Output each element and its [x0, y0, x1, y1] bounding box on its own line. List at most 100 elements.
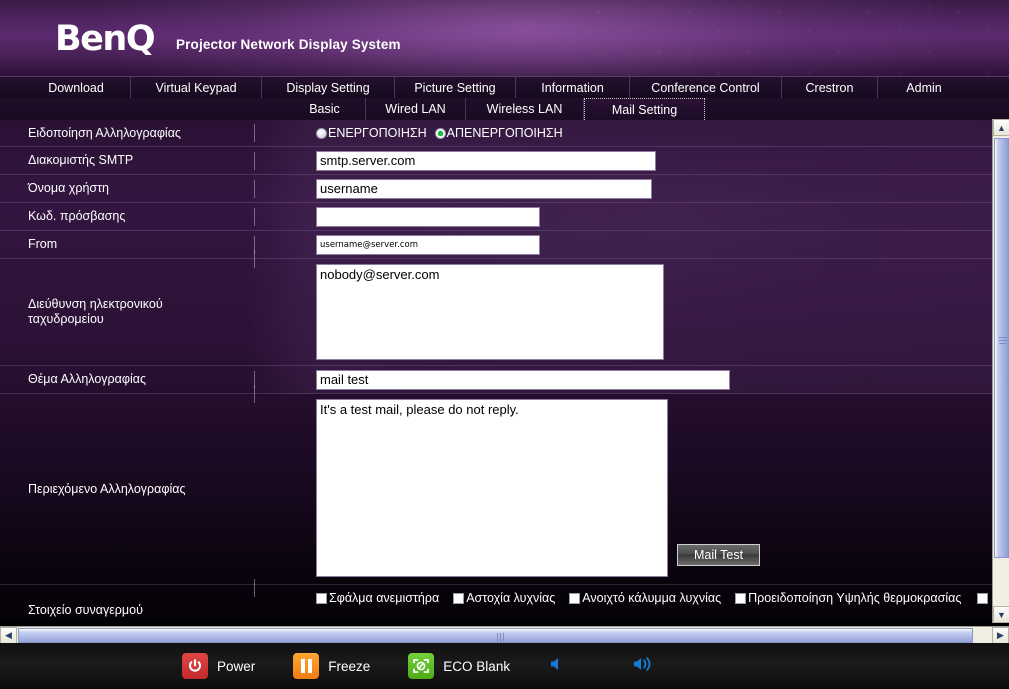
alarm-checkbox-group: Σφάλμα ανεμιστήρα Αστοχία λυχνίας Ανοιχτ… — [316, 591, 990, 605]
checkbox-high-temp-warning[interactable]: Προειδοποίηση Υψηλής θερμοκρασίας — [735, 591, 961, 605]
tab-display-setting[interactable]: Display Setting — [262, 77, 395, 99]
row-password: Κωδ. πρόσβασης — [0, 203, 992, 231]
row-mail-notification: Ειδοποίηση Αλληλογραφίας ΕΝΕΡΓΟΠΟΙΗΣΗ ΑΠ… — [0, 120, 992, 147]
horizontal-scroll-thumb[interactable] — [18, 628, 973, 643]
mail-address-textarea[interactable]: nobody@server.com — [316, 264, 664, 360]
radio-disable-icon[interactable] — [434, 127, 446, 139]
horizontal-scrollbar[interactable]: ◀ ▶ — [0, 626, 1009, 644]
smtp-server-input[interactable] — [316, 150, 656, 171]
checkbox-high-temp-warning-box[interactable] — [735, 592, 747, 604]
tab-wired-lan[interactable]: Wired LAN — [366, 98, 466, 120]
vertical-scrollbar[interactable]: ▲ ▼ — [992, 119, 1009, 623]
tab-crestron[interactable]: Crestron — [782, 77, 878, 99]
row-from: From — [0, 231, 992, 259]
mail-test-button[interactable]: Mail Test — [677, 544, 761, 566]
horizontal-scroll-grip — [497, 633, 504, 642]
tab-information[interactable]: Information — [516, 77, 630, 99]
bottom-toolbar: Power Freeze ECO Blank — [0, 643, 1009, 689]
checkbox-lamp-cover-open-box[interactable] — [569, 592, 581, 604]
power-icon — [182, 653, 208, 679]
eco-blank-button[interactable]: ECO Blank — [408, 653, 548, 679]
checkbox-fan-error[interactable]: Σφάλμα ανεμιστήρα — [316, 591, 439, 605]
from-input[interactable] — [316, 234, 540, 255]
checkbox-extra-box[interactable] — [977, 592, 989, 604]
label-mail-subject: Θέμα Αλληλογραφίας — [28, 372, 147, 386]
row-divider-tick — [254, 147, 316, 174]
radio-enable-icon[interactable] — [316, 127, 327, 139]
benq-logo: BenQ — [55, 19, 156, 59]
tab-virtual-keypad[interactable]: Virtual Keypad — [131, 77, 262, 99]
tab-bar-right-spacer — [970, 77, 1009, 98]
label-smtp-server: Διακομιστής SMTP — [28, 153, 134, 167]
tab-wireless-lan[interactable]: Wireless LAN — [466, 98, 584, 120]
tab-basic[interactable]: Basic — [284, 98, 366, 120]
label-mail-address-line2: ταχυδρομείου — [28, 312, 104, 326]
freeze-label: Freeze — [328, 658, 371, 674]
value-username — [316, 175, 992, 202]
projector-web-ui: BenQ Projector Network Display System Do… — [0, 0, 1009, 689]
radio-disable[interactable]: ΑΠΕΝΕΡΓΟΠΟΙΗΣΗ — [434, 126, 563, 140]
checkbox-lamp-cover-open[interactable]: Ανοιχτό κάλυμμα λυχνίας — [569, 591, 721, 605]
checkbox-lamp-failure-label: Αστοχία λυχνίας — [466, 591, 556, 605]
row-mail-content: Περιεχόμενο Αλληλογραφίας It's a test ma… — [0, 394, 992, 585]
value-from — [316, 231, 992, 258]
value-mail-address: nobody@server.com — [316, 259, 992, 365]
label-from: From — [28, 237, 58, 251]
label-password: Κωδ. πρόσβασης — [28, 209, 126, 223]
tab-download[interactable]: Download — [22, 77, 131, 99]
checkbox-high-temp-warning-label: Προειδοποίηση Υψηλής θερμοκρασίας — [748, 591, 962, 605]
scroll-right-button[interactable]: ▶ — [992, 627, 1009, 644]
scroll-left-button[interactable]: ◀ — [0, 627, 17, 644]
scroll-down-button[interactable]: ▼ — [993, 606, 1009, 623]
tab-bar-left-spacer — [0, 77, 22, 98]
row-divider-tick — [254, 585, 316, 591]
checkbox-lamp-cover-open-label: Ανοιχτό κάλυμμα λυχνίας — [582, 591, 722, 605]
value-password — [316, 203, 992, 230]
power-label: Power — [217, 658, 256, 674]
freeze-button[interactable]: Freeze — [293, 653, 408, 679]
label-username: Όνομα χρήστη — [28, 181, 110, 195]
row-divider-tick — [254, 203, 316, 230]
label-alarm: Στοιχείο συναγερμού — [28, 602, 143, 617]
row-divider-tick — [254, 366, 316, 393]
mail-subject-input[interactable] — [316, 369, 730, 390]
mail-setting-form: Ειδοποίηση Αλληλογραφίας ΕΝΕΡΓΟΠΟΙΗΣΗ ΑΠ… — [0, 120, 992, 622]
secondary-tab-right-spacer — [705, 98, 1009, 120]
eco-blank-label: ECO Blank — [443, 658, 511, 674]
radio-enable-label: ΕΝΕΡΓΟΠΟΙΗΣΗ — [328, 126, 427, 140]
primary-tab-bar: Download Virtual Keypad Display Setting … — [0, 76, 1009, 99]
tab-picture-setting[interactable]: Picture Setting — [395, 77, 516, 99]
value-alarm: Σφάλμα ανεμιστήρα Αστοχία λυχνίας Ανοιχτ… — [316, 585, 992, 622]
username-input[interactable] — [316, 178, 652, 199]
tab-conference-control[interactable]: Conference Control — [630, 77, 782, 99]
checkbox-fan-error-box[interactable] — [316, 592, 327, 604]
checkbox-lamp-failure[interactable]: Αστοχία λυχνίας — [453, 591, 555, 605]
value-mail-notification: ΕΝΕΡΓΟΠΟΙΗΣΗ ΑΠΕΝΕΡΓΟΠΟΙΗΣΗ — [316, 120, 992, 146]
power-button[interactable]: Power — [182, 653, 293, 679]
row-username: Όνομα χρήστη — [0, 175, 992, 203]
vertical-scroll-thumb[interactable] — [994, 138, 1009, 558]
label-mail-address-line1: Διεύθυνση ηλεκτρονικού — [28, 297, 163, 311]
radio-enable[interactable]: ΕΝΕΡΓΟΠΟΙΗΣΗ — [316, 126, 427, 140]
value-smtp-server — [316, 147, 992, 174]
mail-content-textarea[interactable]: It's a test mail, please do not reply. — [316, 399, 668, 577]
row-divider-tick — [254, 231, 316, 258]
password-input[interactable] — [316, 206, 540, 227]
row-divider-tick — [254, 175, 316, 202]
checkbox-lamp-failure-box[interactable] — [453, 592, 465, 604]
value-mail-subject — [316, 366, 992, 393]
label-mail-address: Διεύθυνση ηλεκτρονικού ταχυδρομείου — [0, 259, 254, 365]
mute-icon[interactable] — [548, 655, 568, 678]
tab-mail-setting[interactable]: Mail Setting — [584, 98, 705, 120]
row-mail-address: Διεύθυνση ηλεκτρονικού ταχυδρομείου nobo… — [0, 259, 992, 366]
scroll-up-button[interactable]: ▲ — [993, 119, 1009, 136]
checkbox-fan-error-label: Σφάλμα ανεμιστήρα — [329, 591, 440, 605]
header-subtitle: Projector Network Display System — [176, 37, 401, 52]
row-alarm: Στοιχείο συναγερμού Σφάλμα ανεμιστήρα Ασ… — [0, 585, 992, 622]
tab-admin[interactable]: Admin — [878, 77, 970, 99]
label-mail-content: Περιεχόμενο Αλληλογραφίας — [28, 481, 186, 496]
secondary-tab-left-spacer — [0, 98, 284, 120]
value-mail-content: It's a test mail, please do not reply. M… — [316, 394, 992, 584]
volume-icon[interactable] — [632, 655, 658, 678]
pause-bars — [300, 659, 312, 673]
